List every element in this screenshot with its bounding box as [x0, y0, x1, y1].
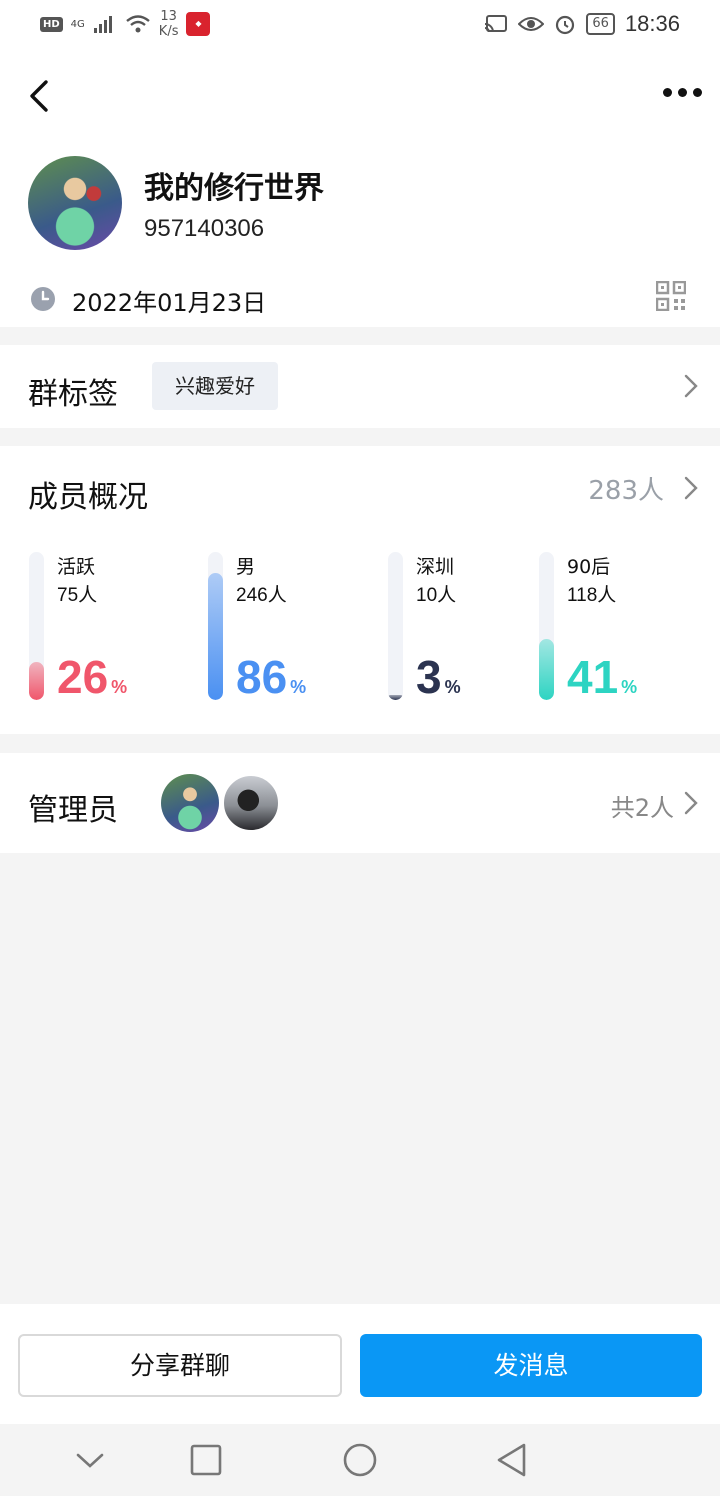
- more-dots-icon[interactable]: [660, 80, 704, 104]
- admin-total: 共2人: [610, 794, 674, 822]
- stat-count: 118人: [567, 585, 617, 606]
- created-date: 2022年01月23日: [72, 289, 267, 317]
- recents-square-icon[interactable]: [188, 1442, 224, 1478]
- qr-code-icon[interactable]: [656, 281, 686, 311]
- stat-label: 男: [236, 556, 256, 578]
- group-avatar[interactable]: [28, 156, 122, 250]
- group-tags-row[interactable]: 群标签 兴趣爱好: [0, 345, 720, 428]
- stat-percent: 41%: [567, 650, 637, 704]
- stat-percent-value: 86: [236, 651, 288, 703]
- cast-icon: [485, 15, 508, 33]
- chevron-right-icon: [684, 374, 698, 398]
- stat-count: 10人: [416, 585, 457, 606]
- stat-count: 246人: [236, 585, 287, 606]
- stat-fill: [388, 695, 403, 700]
- stat-percent-unit: %: [111, 677, 128, 697]
- stat-fill: [29, 662, 44, 700]
- member-count: 283人: [588, 476, 664, 506]
- stat-percent-unit: %: [290, 677, 307, 697]
- battery-indicator: 66: [586, 13, 615, 35]
- network-type: 4G: [70, 18, 85, 30]
- status-right: 66 18:36: [484, 8, 680, 40]
- status-left: HD 4G 13 K/s ◆: [40, 8, 211, 40]
- chevron-right-icon: [684, 791, 698, 815]
- share-group-button[interactable]: 分享群聊: [18, 1334, 342, 1397]
- stat-track: [388, 552, 403, 700]
- status-bar: HD 4G 13 K/s ◆ 66 18:36: [0, 0, 720, 50]
- clock-icon: [31, 287, 55, 311]
- hd-indicator: HD: [40, 16, 63, 32]
- stat-label: 90后: [567, 556, 611, 578]
- eye-icon: [518, 17, 545, 31]
- admin-avatar[interactable]: [161, 774, 219, 832]
- home-circle-icon[interactable]: [342, 1442, 378, 1478]
- speed-value: 13: [160, 9, 177, 24]
- stat-count: 75人: [57, 585, 98, 606]
- admin-avatar[interactable]: [222, 774, 280, 832]
- members-title: 成员概况: [28, 480, 148, 515]
- back-arrow-icon[interactable]: [20, 72, 60, 116]
- tags-title: 群标签: [28, 377, 118, 412]
- stat-label: 活跃: [57, 556, 96, 578]
- alarm-icon: [556, 15, 575, 35]
- send-message-button[interactable]: 发消息: [360, 1334, 702, 1397]
- stat-percent: 86%: [236, 650, 306, 704]
- stat-track: [208, 552, 223, 700]
- clock-time: 18:36: [624, 11, 680, 36]
- group-profile-card: 我的修行世界 957140306 2022年01月23日: [0, 50, 720, 327]
- group-name: 我的修行世界: [144, 171, 324, 206]
- bottom-action-bar: 分享群聊 发消息: [0, 1304, 720, 1424]
- stat-percent-value: 41: [567, 651, 619, 703]
- stat-label: 深圳: [416, 556, 455, 578]
- admins-title: 管理员: [28, 793, 118, 828]
- stat-percent-value: 26: [57, 651, 109, 703]
- members-overview-card[interactable]: 成员概况 283人 活跃 75人 26% 男 246人 86% 深圳 10人 3…: [0, 446, 720, 734]
- stat-track: [29, 552, 44, 700]
- stat-fill: [208, 573, 223, 700]
- tag-chip: 兴趣爱好: [152, 362, 278, 410]
- stat-fill: [539, 639, 554, 700]
- speed-unit: K/s: [158, 24, 179, 39]
- stat-percent: 26%: [57, 650, 127, 704]
- back-triangle-icon[interactable]: [494, 1442, 530, 1478]
- signal-bars-icon: [93, 16, 112, 33]
- system-nav-bar: [0, 1424, 720, 1496]
- stat-percent-unit: %: [444, 677, 461, 697]
- group-id: 957140306: [144, 215, 265, 242]
- chevron-down-icon[interactable]: [72, 1442, 108, 1478]
- network-speed: 13 K/s: [159, 9, 179, 39]
- app-notification-icon: ◆: [186, 12, 211, 36]
- chevron-right-icon: [684, 476, 698, 500]
- stat-percent-unit: %: [621, 677, 638, 697]
- stat-track: [539, 552, 554, 700]
- stat-percent-value: 3: [416, 651, 442, 703]
- wifi-icon: [126, 15, 150, 33]
- stat-percent: 3%: [416, 650, 461, 704]
- admins-row[interactable]: 管理员 共2人: [0, 753, 720, 853]
